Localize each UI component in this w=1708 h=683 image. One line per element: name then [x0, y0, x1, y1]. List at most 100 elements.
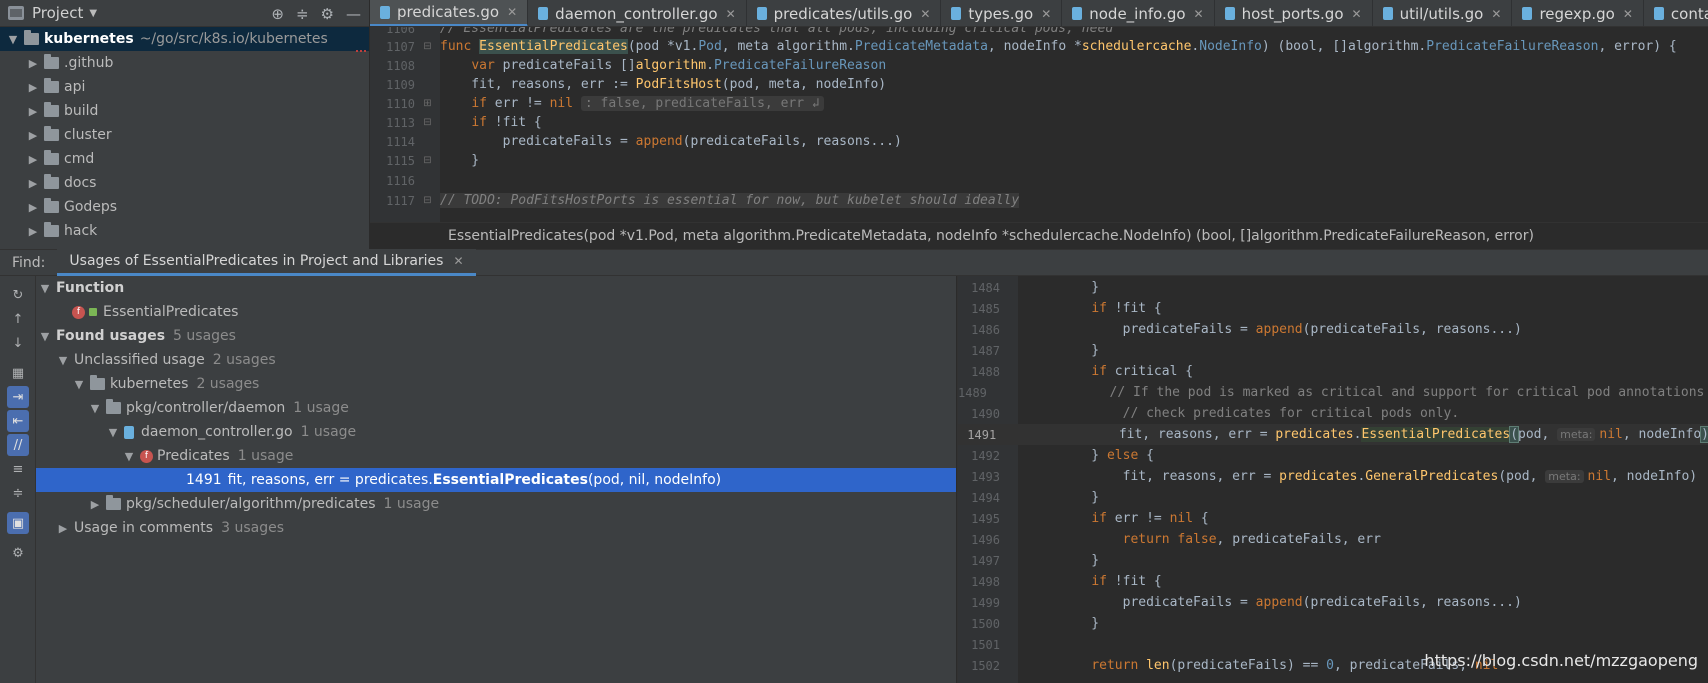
tree-node-comments[interactable]: ▶ Usage in comments 3 usages: [36, 516, 956, 540]
node-label: pkg/scheduler/algorithm/predicates: [126, 496, 376, 512]
node-label: daemon_controller.go: [141, 424, 293, 440]
public-access-icon: [89, 308, 97, 316]
tab-node-info-go[interactable]: node_info.go ✕: [1062, 0, 1215, 26]
code-editor[interactable]: 1106 // EssentialPredicates are the pred…: [370, 27, 1708, 222]
find-tab-label: Usages of EssentialPredicates in Project…: [69, 253, 444, 269]
folder-icon: [44, 150, 59, 165]
tree-node-pkg-daemon[interactable]: ▼ pkg/controller/daemon 1 usage: [36, 396, 956, 420]
tree-folder-hack[interactable]: ▶ hack: [0, 219, 369, 243]
collapse-all-icon[interactable]: ≑: [7, 482, 29, 504]
tree-node-usage[interactable]: 1491 fit, reasons, err = predicates. Esse…: [36, 468, 956, 492]
filter-imports-icon[interactable]: //: [7, 434, 29, 456]
chevron-down-icon[interactable]: ▼: [89, 8, 97, 19]
tree-node-function-group[interactable]: ▼ Function: [36, 276, 956, 300]
tree-folder-godeps[interactable]: ▶ Godeps: [0, 195, 369, 219]
close-icon[interactable]: ✕: [453, 254, 463, 268]
chevron-down-icon[interactable]: ▼: [38, 282, 52, 295]
chevron-down-icon[interactable]: ▼: [122, 450, 136, 463]
fold-icon[interactable]: ⊟: [415, 41, 440, 52]
chevron-down-icon[interactable]: ▼: [56, 354, 70, 367]
expand-all-icon[interactable]: ≡: [7, 458, 29, 480]
chevron-down-icon[interactable]: ▼: [38, 330, 52, 343]
tree-folder-build[interactable]: ▶ build: [0, 99, 369, 123]
line-number: 1500: [971, 616, 1000, 631]
tree-node-module[interactable]: ▼ kubernetes 2 usages: [36, 372, 956, 396]
tree-node-pkg-scheduler[interactable]: ▶ pkg/scheduler/algorithm/predicates 1 u…: [36, 492, 956, 516]
project-view-selector[interactable]: Project: [32, 4, 83, 22]
gear-icon[interactable]: ⚙: [321, 5, 334, 23]
line-number: 1487: [971, 343, 1000, 358]
tab-util-utils-go[interactable]: util/utils.go ✕: [1373, 0, 1513, 26]
tree-node-unclassified[interactable]: ▼ Unclassified usage 2 usages: [36, 348, 956, 372]
collapse-all-icon[interactable]: ≑: [296, 5, 309, 23]
close-icon[interactable]: ✕: [726, 7, 736, 21]
chevron-down-icon[interactable]: ▼: [106, 426, 120, 439]
hide-icon[interactable]: —: [346, 5, 361, 23]
tab-types-go[interactable]: types.go ✕: [941, 0, 1063, 26]
close-icon[interactable]: ✕: [1041, 7, 1051, 21]
close-icon[interactable]: ✕: [1623, 7, 1633, 21]
usages-tree[interactable]: ▼ Function f EssentialPredicates ▼ Found…: [36, 276, 956, 683]
tree-node-function[interactable]: f EssentialPredicates: [36, 300, 956, 324]
chevron-right-icon[interactable]: ▶: [26, 81, 40, 94]
node-label: Usage in comments: [74, 520, 214, 536]
tree-folder-cluster[interactable]: ▶ cluster: [0, 123, 369, 147]
arrow-up-icon[interactable]: ↑: [7, 308, 29, 330]
tab-predicates-utils-go[interactable]: predicates/utils.go ✕: [747, 0, 942, 26]
chevron-down-icon[interactable]: ▼: [72, 378, 86, 391]
close-icon[interactable]: ✕: [1491, 7, 1501, 21]
tree-folder-docs[interactable]: ▶ docs: [0, 171, 369, 195]
chevron-right-icon[interactable]: ▶: [26, 153, 40, 166]
fold-icon[interactable]: ⊟: [415, 117, 440, 128]
chevron-right-icon[interactable]: ▶: [56, 522, 70, 535]
chevron-right-icon[interactable]: ▶: [26, 105, 40, 118]
code-comment: // TODO: PodFitsHostPorts is essential f…: [440, 193, 1020, 208]
line-number: 1106: [386, 27, 415, 36]
tree-folder-cmd[interactable]: ▶ cmd: [0, 147, 369, 171]
tab-predicates-go[interactable]: predicates.go ✕: [370, 0, 529, 26]
tab-label: util/utils.go: [1399, 4, 1484, 23]
tab-daemon-controller-go[interactable]: daemon_controller.go ✕: [528, 0, 747, 26]
tab-regexp-go[interactable]: regexp.go ✕: [1512, 0, 1644, 26]
function-icon: f: [72, 305, 85, 319]
chevron-right-icon[interactable]: ▶: [26, 129, 40, 142]
chevron-right-icon[interactable]: ▶: [26, 201, 40, 214]
folded-code-hint[interactable]: : false, predicateFails, err ↲: [580, 96, 824, 111]
rerun-icon[interactable]: ↻: [7, 284, 29, 306]
usage-preview-editor[interactable]: 1484 } 1485 if !fit { 1486 predicateFail…: [957, 276, 1708, 683]
node-label: EssentialPredicates: [103, 304, 239, 320]
root-path: ~/go/src/k8s.io/kubernetes: [139, 31, 328, 47]
chevron-down-icon[interactable]: ▼: [6, 33, 20, 46]
tree-node-file[interactable]: ▼ daemon_controller.go 1 usage: [36, 420, 956, 444]
code-line-1113: 1113 ⊟ if !fit {: [370, 112, 1708, 133]
gear-icon[interactable]: ⚙: [7, 542, 29, 564]
close-icon[interactable]: ✕: [920, 7, 930, 21]
tree-root-kubernetes[interactable]: ▼ kubernetes ~/go/src/k8s.io/kubernetes: [0, 27, 369, 51]
fold-icon[interactable]: ⊟: [415, 195, 440, 206]
tab-host-ports-go[interactable]: host_ports.go ✕: [1215, 0, 1373, 26]
chevron-right-icon[interactable]: ▶: [26, 225, 40, 238]
tree-node-found-usages[interactable]: ▼ Found usages 5 usages: [36, 324, 956, 348]
chevron-right-icon[interactable]: ▶: [26, 57, 40, 70]
preview-line: 1496 return false, predicateFails, err: [958, 529, 1708, 550]
chevron-down-icon[interactable]: ▼: [88, 402, 102, 415]
tree-folder-api[interactable]: ▶ api: [0, 75, 369, 99]
close-icon[interactable]: ✕: [1194, 7, 1204, 21]
tab-container-log-manager-stub-go[interactable]: container_log_manager_stub.go: [1644, 0, 1708, 26]
tree-node-method[interactable]: ▼ f Predicates 1 usage: [36, 444, 956, 468]
tab-usages-of-essentialpredicates[interactable]: Usages of EssentialPredicates in Project…: [57, 249, 476, 276]
tree-folder-github[interactable]: ▶ .github: [0, 51, 369, 75]
preview-line: 1484 }: [958, 277, 1708, 298]
arrow-down-icon[interactable]: ↓: [7, 332, 29, 354]
fold-icon[interactable]: ⊞: [415, 98, 440, 109]
close-icon[interactable]: ✕: [507, 5, 517, 19]
chevron-right-icon[interactable]: ▶: [26, 177, 40, 190]
close-icon[interactable]: ✕: [1352, 7, 1362, 21]
locate-file-icon[interactable]: ⊕: [271, 5, 284, 23]
group-by-icon[interactable]: ▦: [7, 362, 29, 384]
show-write-access-icon[interactable]: ⇤: [7, 410, 29, 432]
chevron-right-icon[interactable]: ▶: [88, 498, 102, 511]
preview-toggle-icon[interactable]: ▣: [7, 512, 29, 534]
show-read-access-icon[interactable]: ⇥: [7, 386, 29, 408]
fold-icon[interactable]: ⊟: [415, 155, 440, 166]
